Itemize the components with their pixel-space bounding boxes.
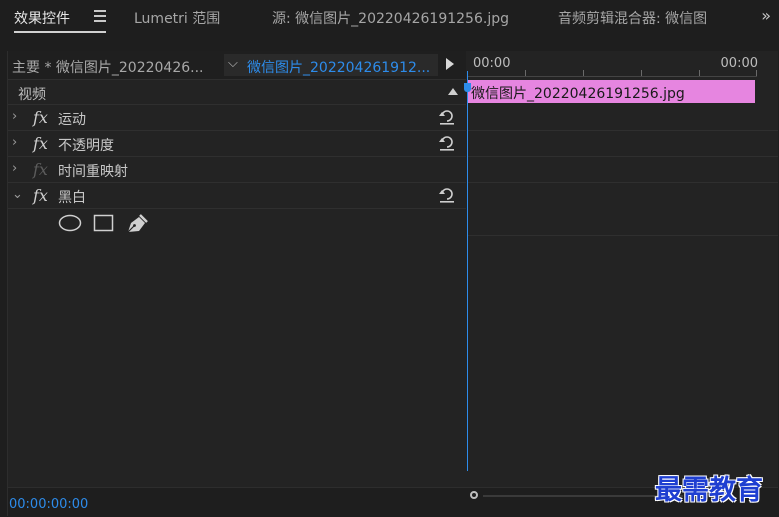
ruler-tick	[699, 70, 700, 76]
tab-lumetri-scopes[interactable]: Lumetri 范围	[134, 8, 220, 28]
playhead[interactable]	[464, 71, 471, 471]
panel-tab-bar: 效果控件 Lumetri 范围 源: 微信图片_20220426191256.j…	[0, 0, 779, 36]
pen-mask-icon[interactable]	[127, 214, 148, 233]
effect-row-black-white[interactable]: ⌄ fx 黑白	[8, 183, 466, 209]
zoom-scroll-handle[interactable]	[470, 491, 478, 499]
track-divider	[468, 182, 778, 183]
active-tab-underline	[14, 31, 106, 33]
master-clip-label[interactable]: 主要 * 微信图片_20220426...	[12, 57, 204, 77]
chevron-right-icon[interactable]: ›	[12, 135, 17, 150]
track-divider	[468, 156, 778, 157]
watermark-logo: 最需教育	[655, 475, 763, 506]
effect-row-opacity[interactable]: › fx 不透明度	[8, 131, 466, 157]
tab-effect-controls[interactable]: 效果控件	[14, 8, 70, 28]
effect-label: 不透明度	[58, 138, 114, 154]
double-chevron-right-icon[interactable]: »	[761, 6, 771, 25]
effect-controls-panel: 主要 * 微信图片_20220426... ⌵ 微信图片_20220426191…	[7, 51, 778, 517]
reset-icon[interactable]	[438, 134, 456, 152]
tab-source-monitor[interactable]: 源: 微信图片_20220426191256.jpg	[272, 8, 509, 28]
track-divider	[468, 235, 778, 236]
clip-header-row: 主要 * 微信图片_20220426... ⌵ 微信图片_20220426191…	[8, 51, 466, 80]
effects-list: 主要 * 微信图片_20220426... ⌵ 微信图片_20220426191…	[8, 51, 466, 487]
mask-tools	[58, 211, 158, 235]
video-section-header: 视频	[8, 80, 466, 105]
effect-label: 黑白	[58, 190, 86, 206]
fx-icon[interactable]: fx	[33, 186, 48, 205]
effect-row-time-remapping[interactable]: › fx 时间重映射	[8, 157, 466, 183]
clip-bar[interactable]: 微信图片_20220426191256.jpg	[467, 80, 755, 103]
ruler-tick	[641, 70, 642, 76]
ruler-end-timecode: 00:00	[720, 56, 758, 71]
tab-audio-clip-mixer[interactable]: 音频剪辑混合器: 微信图	[558, 8, 707, 28]
time-ruler[interactable]: 00:00 00:00	[467, 51, 778, 79]
effect-timeline[interactable]: 00:00 00:00 微信图片_20220426191256.jpg	[464, 51, 778, 487]
zoom-scroll-rail[interactable]	[483, 495, 683, 497]
chevron-down-icon[interactable]: ⌄	[12, 187, 23, 202]
ruler-tick	[525, 70, 526, 76]
ruler-baseline	[467, 76, 757, 77]
reset-icon[interactable]	[438, 186, 456, 204]
fx-icon[interactable]: fx	[33, 134, 48, 153]
collapse-up-icon[interactable]	[448, 88, 458, 95]
playhead-handle[interactable]	[464, 83, 471, 92]
chevron-right-icon[interactable]: ›	[12, 161, 17, 176]
chevron-down-icon: ⌵	[228, 56, 238, 71]
effect-row-motion[interactable]: › fx 运动	[8, 105, 466, 131]
ruler-start-timecode: 00:00	[473, 56, 511, 71]
video-label: 视频	[18, 87, 46, 103]
panel-menu-icon[interactable]	[94, 10, 106, 22]
ruler-tick	[583, 70, 584, 76]
reset-icon[interactable]	[438, 108, 456, 126]
clip-selector-name: 微信图片_202204261912...	[247, 60, 431, 76]
rectangle-mask-icon[interactable]	[93, 214, 114, 232]
current-timecode[interactable]: 00:00:00:00	[9, 497, 88, 512]
fx-icon[interactable]: fx	[33, 108, 48, 127]
ruler-tick	[756, 70, 757, 76]
clip-bar-name: 微信图片_20220426191256.jpg	[471, 86, 685, 102]
chevron-right-icon[interactable]: ›	[12, 109, 17, 124]
effect-label: 运动	[58, 112, 86, 128]
ellipse-mask-icon[interactable]	[58, 214, 82, 232]
track-divider	[468, 130, 778, 131]
fx-icon: fx	[33, 160, 48, 179]
play-triangle-icon[interactable]	[446, 58, 454, 70]
effect-label: 时间重映射	[58, 164, 128, 180]
clip-selector[interactable]: ⌵ 微信图片_202204261912...	[224, 54, 438, 76]
